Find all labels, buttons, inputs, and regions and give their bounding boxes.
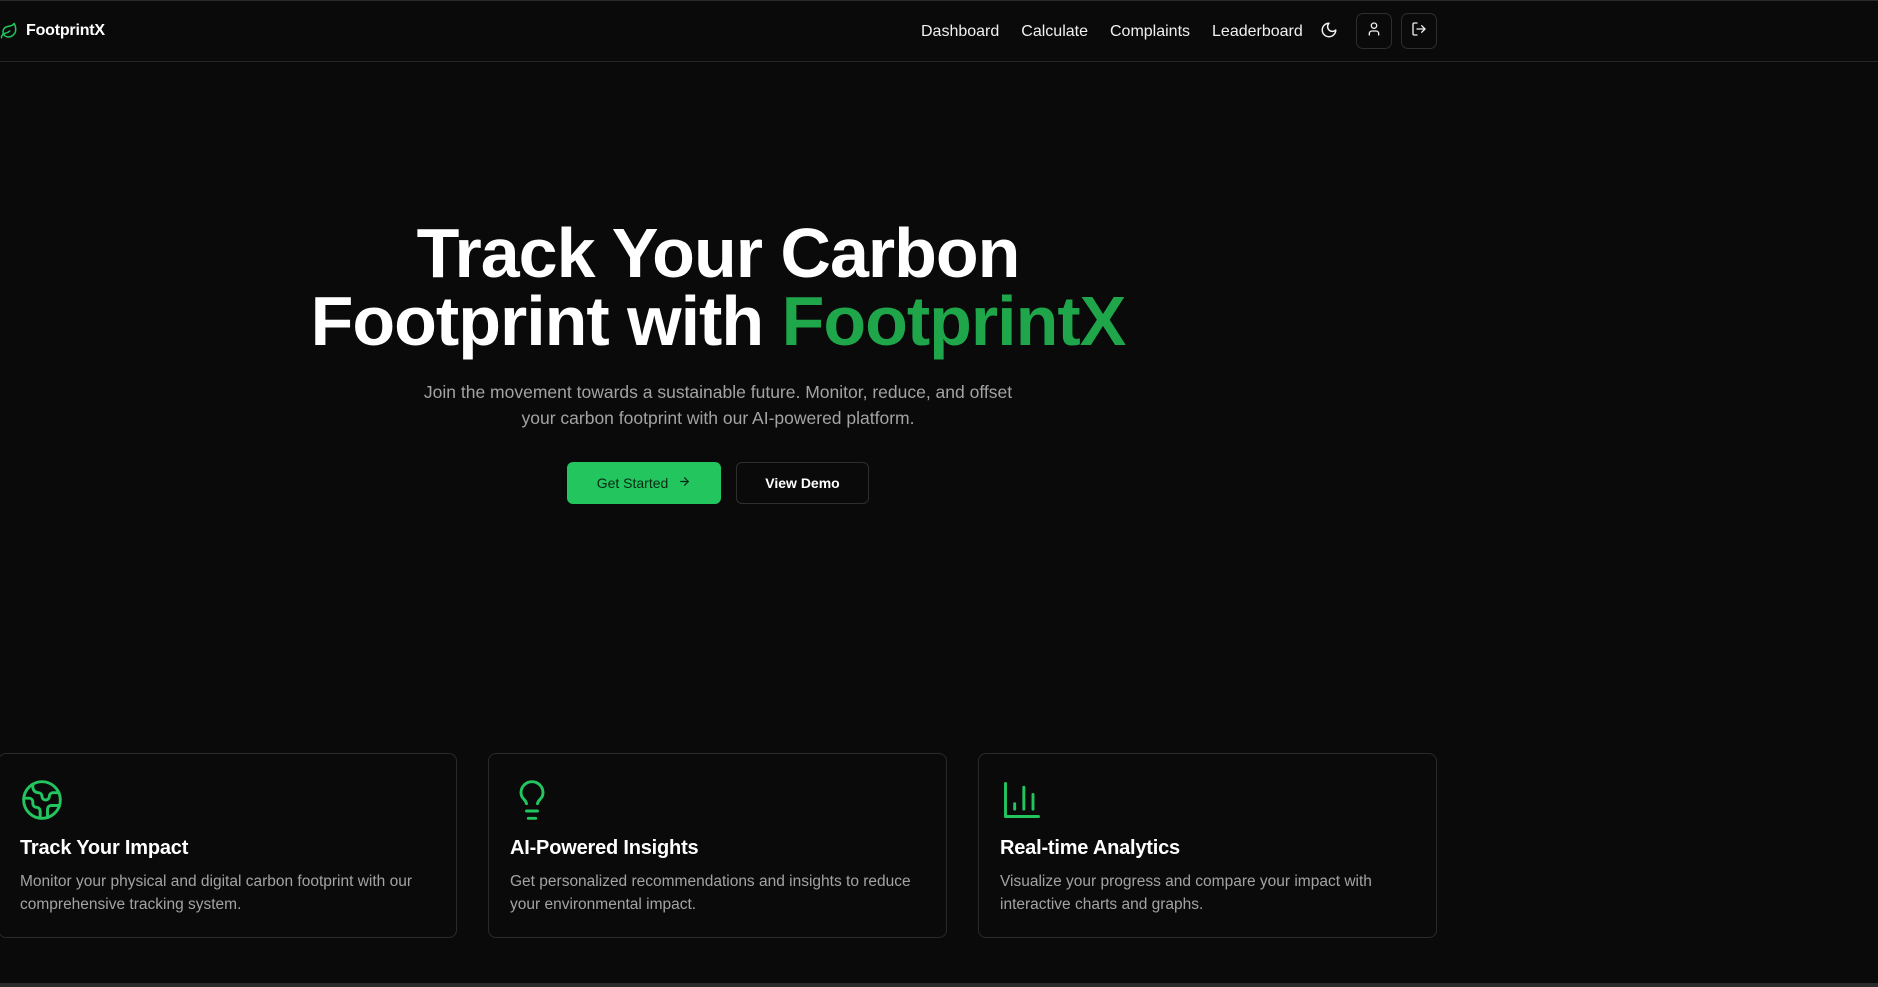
feature-title: Real-time Analytics [1000, 837, 1180, 859]
logout-button[interactable] [1401, 13, 1437, 49]
user-icon [1366, 21, 1382, 42]
view-demo-button[interactable]: View Demo [736, 462, 869, 504]
theme-toggle-button[interactable] [1318, 21, 1340, 43]
log-out-icon [1411, 21, 1427, 42]
nav-link-complaints[interactable]: Complaints [1110, 23, 1190, 41]
view-demo-label: View Demo [765, 475, 840, 491]
bar-chart-icon [1000, 778, 1044, 822]
get-started-button[interactable]: Get Started [567, 462, 721, 504]
bottom-border [0, 983, 1878, 987]
nav-link-leaderboard[interactable]: Leaderboard [1212, 23, 1303, 41]
lightbulb-icon [510, 778, 554, 822]
moon-icon [1320, 21, 1338, 44]
main-nav: Dashboard Calculate Complaints Leaderboa… [921, 19, 1325, 45]
feature-description: Monitor your physical and digital carbon… [20, 873, 413, 913]
hero-title: Track Your Carbon Footprint with Footpri… [0, 218, 1436, 356]
feature-title: Track Your Impact [20, 837, 189, 859]
nav-link-calculate[interactable]: Calculate [1021, 23, 1088, 41]
hero-subtitle-line1: Join the movement towards a sustainable … [423, 382, 1013, 402]
feature-card-track-impact: Track Your Impact Monitor your physical … [0, 753, 457, 938]
hero-subtitle: Join the movement towards a sustainable … [0, 379, 1436, 431]
get-started-label: Get Started [596, 475, 669, 491]
globe-icon [20, 778, 64, 822]
hero-subtitle-line2: your carbon footprint with our AI-powere… [521, 408, 915, 428]
hero-title-line2-prefix: Footprint with [310, 282, 782, 360]
hero-title-line1: Track Your Carbon [416, 214, 1021, 292]
landing-page: FootprintX Dashboard Calculate Complaint… [0, 0, 1878, 987]
nav-link-dashboard[interactable]: Dashboard [921, 23, 999, 41]
feature-description: Get personalized recommendations and ins… [510, 873, 911, 913]
leaf-icon [0, 22, 18, 40]
feature-card-analytics: Real-time Analytics Visualize your progr… [978, 753, 1437, 938]
hero-title-accent: FootprintX [781, 282, 1127, 360]
feature-description: Visualize your progress and compare your… [1000, 873, 1372, 913]
brand-name: FootprintX [26, 22, 105, 39]
profile-button[interactable] [1356, 13, 1392, 49]
top-navbar: FootprintX Dashboard Calculate Complaint… [0, 1, 1878, 62]
feature-title: AI-Powered Insights [510, 837, 699, 859]
brand-logo-link[interactable]: FootprintX [0, 20, 105, 42]
arrow-right-icon [678, 475, 691, 491]
feature-card-ai-insights: AI-Powered Insights Get personalized rec… [488, 753, 947, 938]
